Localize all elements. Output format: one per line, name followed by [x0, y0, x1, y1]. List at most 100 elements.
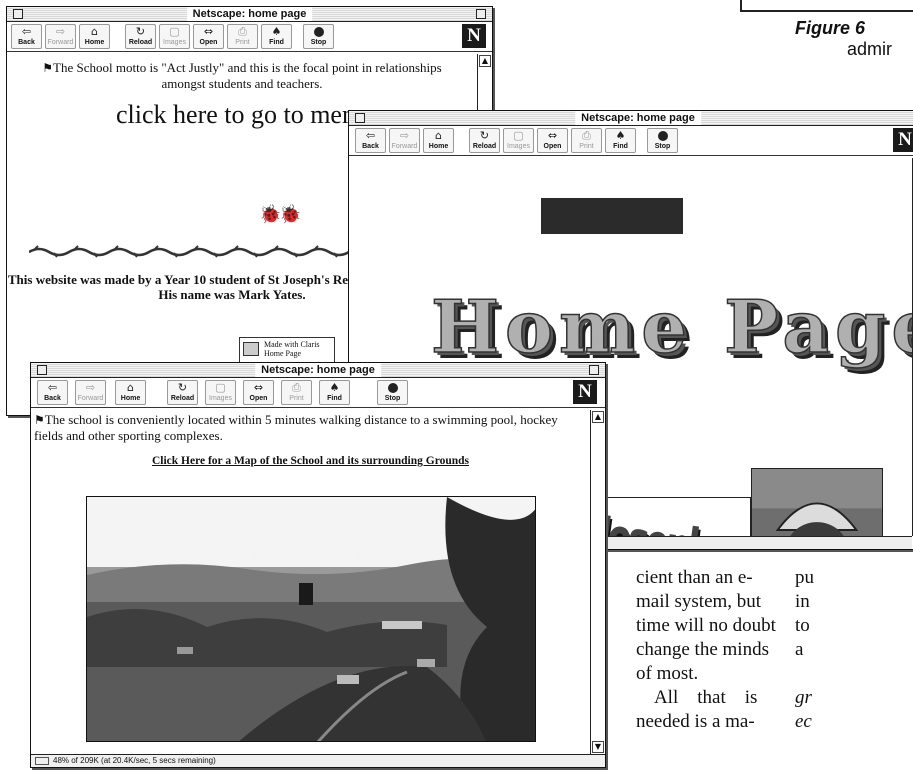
button-label: Print	[579, 143, 594, 150]
button-label: Stop	[654, 143, 671, 150]
close-box[interactable]	[13, 9, 23, 19]
joseph-logo-text: Joseph	[600, 506, 712, 536]
button-label: Stop	[384, 395, 401, 402]
reload-button[interactable]: ↻ Reload	[167, 380, 198, 405]
find-button[interactable]: ♠ Find	[605, 128, 636, 153]
close-box[interactable]	[37, 365, 47, 375]
window-title: Netscape: home page	[255, 363, 381, 377]
reload-button[interactable]: ↻ Reload	[125, 24, 156, 49]
forward-icon: ⇨	[85, 381, 96, 394]
status-bar: 48% of 209K (at 20.4K/sec, 5 secs remain…	[31, 754, 605, 767]
claris-icon	[243, 342, 259, 356]
images-icon: ▢	[169, 25, 180, 38]
stop-button[interactable]: Stop	[303, 24, 334, 49]
article-line	[795, 662, 814, 686]
button-label: Find	[613, 143, 628, 150]
open-icon: ⇔	[253, 381, 264, 394]
print-button[interactable]: ⎙ Print	[281, 380, 312, 405]
images-button[interactable]: ▢ Images	[503, 128, 534, 153]
window-title: Netscape: home page	[186, 7, 313, 21]
home-button[interactable]: ⌂ Home	[115, 380, 146, 405]
stop-button[interactable]: Stop	[647, 128, 678, 153]
stop-icon	[304, 25, 333, 38]
button-label: Images	[163, 39, 186, 46]
print-button[interactable]: ⎙ Print	[571, 128, 602, 153]
images-button[interactable]: ▢ Images	[159, 24, 190, 49]
security-key-icon	[35, 756, 49, 765]
title-bar[interactable]: Netscape: home page	[31, 363, 605, 378]
home-button[interactable]: ⌂ Home	[79, 24, 110, 49]
figure-caption: Figure 6 admir	[795, 18, 913, 60]
button-label: Open	[543, 143, 562, 150]
zoom-box[interactable]	[476, 9, 486, 19]
map-link[interactable]: Click Here for a Map of the School and i…	[31, 455, 590, 467]
school-photo: St. Joseph's Regional High School	[86, 496, 536, 742]
article-line: needed is a ma-	[636, 711, 755, 732]
close-box[interactable]	[355, 113, 365, 123]
forward-icon: ⇨	[399, 129, 410, 142]
home-icon: ⌂	[435, 129, 442, 142]
location-text: ⚑The school is conveniently located with…	[34, 412, 558, 443]
home-page-heading: Home Page	[430, 283, 912, 370]
netscape-logo: N	[893, 128, 913, 152]
reload-icon: ↻	[479, 129, 490, 142]
page-content: ⚑The school is conveniently located with…	[31, 410, 590, 754]
scroll-up-arrow-icon[interactable]: ▲	[479, 55, 491, 67]
images-icon: ▢	[215, 381, 226, 394]
open-button[interactable]: ⇔ Open	[243, 380, 274, 405]
forward-button[interactable]: ⇨ Forward	[389, 128, 420, 153]
browser-window-3: Netscape: home page ⇦ Back ⇨ Forward ⌂ Home…	[30, 362, 606, 768]
button-label: Forward	[47, 39, 74, 46]
ladybug-icon: 🐞🐞	[259, 204, 302, 225]
stop-button[interactable]: Stop	[377, 380, 408, 405]
images-icon: ▢	[513, 129, 524, 142]
title-bar[interactable]: Netscape: home page	[349, 111, 913, 126]
find-button[interactable]: ♠ Find	[261, 24, 292, 49]
print-icon: ⎙	[238, 25, 247, 38]
print-button[interactable]: ⎙ Print	[227, 24, 258, 49]
reload-button[interactable]: ↻ Reload	[469, 128, 500, 153]
zoom-box[interactable]	[589, 365, 599, 375]
home-icon: ⌂	[91, 25, 98, 38]
vine-divider	[29, 245, 389, 258]
vertical-scrollbar[interactable]: ▲ ▼	[590, 410, 605, 754]
find-icon: ♠	[271, 25, 282, 38]
back-button[interactable]: ⇦ Back	[11, 24, 42, 49]
article-line: pu	[795, 567, 814, 588]
article-line: to	[795, 615, 810, 636]
button-label: Back	[44, 395, 61, 402]
banner-image	[541, 198, 683, 234]
article-column-2: pu in to a gr ec	[795, 566, 814, 734]
flag-icon: ⚑	[42, 61, 54, 75]
badge-label: Made with Claris Home Page	[264, 340, 320, 358]
figure-label: Figure 6	[795, 18, 866, 38]
find-button[interactable]: ♠ Find	[319, 380, 350, 405]
open-icon: ⇔	[547, 129, 558, 142]
scroll-up-arrow-icon[interactable]: ▲	[592, 411, 604, 423]
print-icon: ⎙	[292, 381, 301, 394]
article-line: time will no doubt	[636, 615, 776, 636]
article-line: cient than an e-	[636, 567, 753, 588]
button-label: Open	[199, 39, 218, 46]
joseph-logo-image: Joseph	[599, 497, 751, 536]
claris-badge[interactable]: Made with Claris Home Page	[239, 337, 335, 363]
button-label: Back	[362, 143, 379, 150]
open-button[interactable]: ⇔ Open	[193, 24, 224, 49]
photo-caption: St. Joseph's Regional High School	[237, 551, 385, 561]
title-bar[interactable]: Netscape: home page	[7, 7, 492, 22]
open-button[interactable]: ⇔ Open	[537, 128, 568, 153]
images-button[interactable]: ▢ Images	[205, 380, 236, 405]
button-label: Forward	[77, 395, 104, 402]
home-button[interactable]: ⌂ Home	[423, 128, 454, 153]
button-label: Reload	[472, 143, 497, 150]
article-line: a	[795, 639, 804, 660]
button-label: Stop	[310, 39, 327, 46]
back-button[interactable]: ⇦ Back	[37, 380, 68, 405]
forward-button[interactable]: ⇨ Forward	[45, 24, 76, 49]
button-label: Images	[507, 143, 530, 150]
window-title: Netscape: home page	[575, 111, 701, 125]
button-label: Print	[235, 39, 250, 46]
back-button[interactable]: ⇦ Back	[355, 128, 386, 153]
scroll-down-arrow-icon[interactable]: ▼	[592, 741, 604, 753]
forward-button[interactable]: ⇨ Forward	[75, 380, 106, 405]
